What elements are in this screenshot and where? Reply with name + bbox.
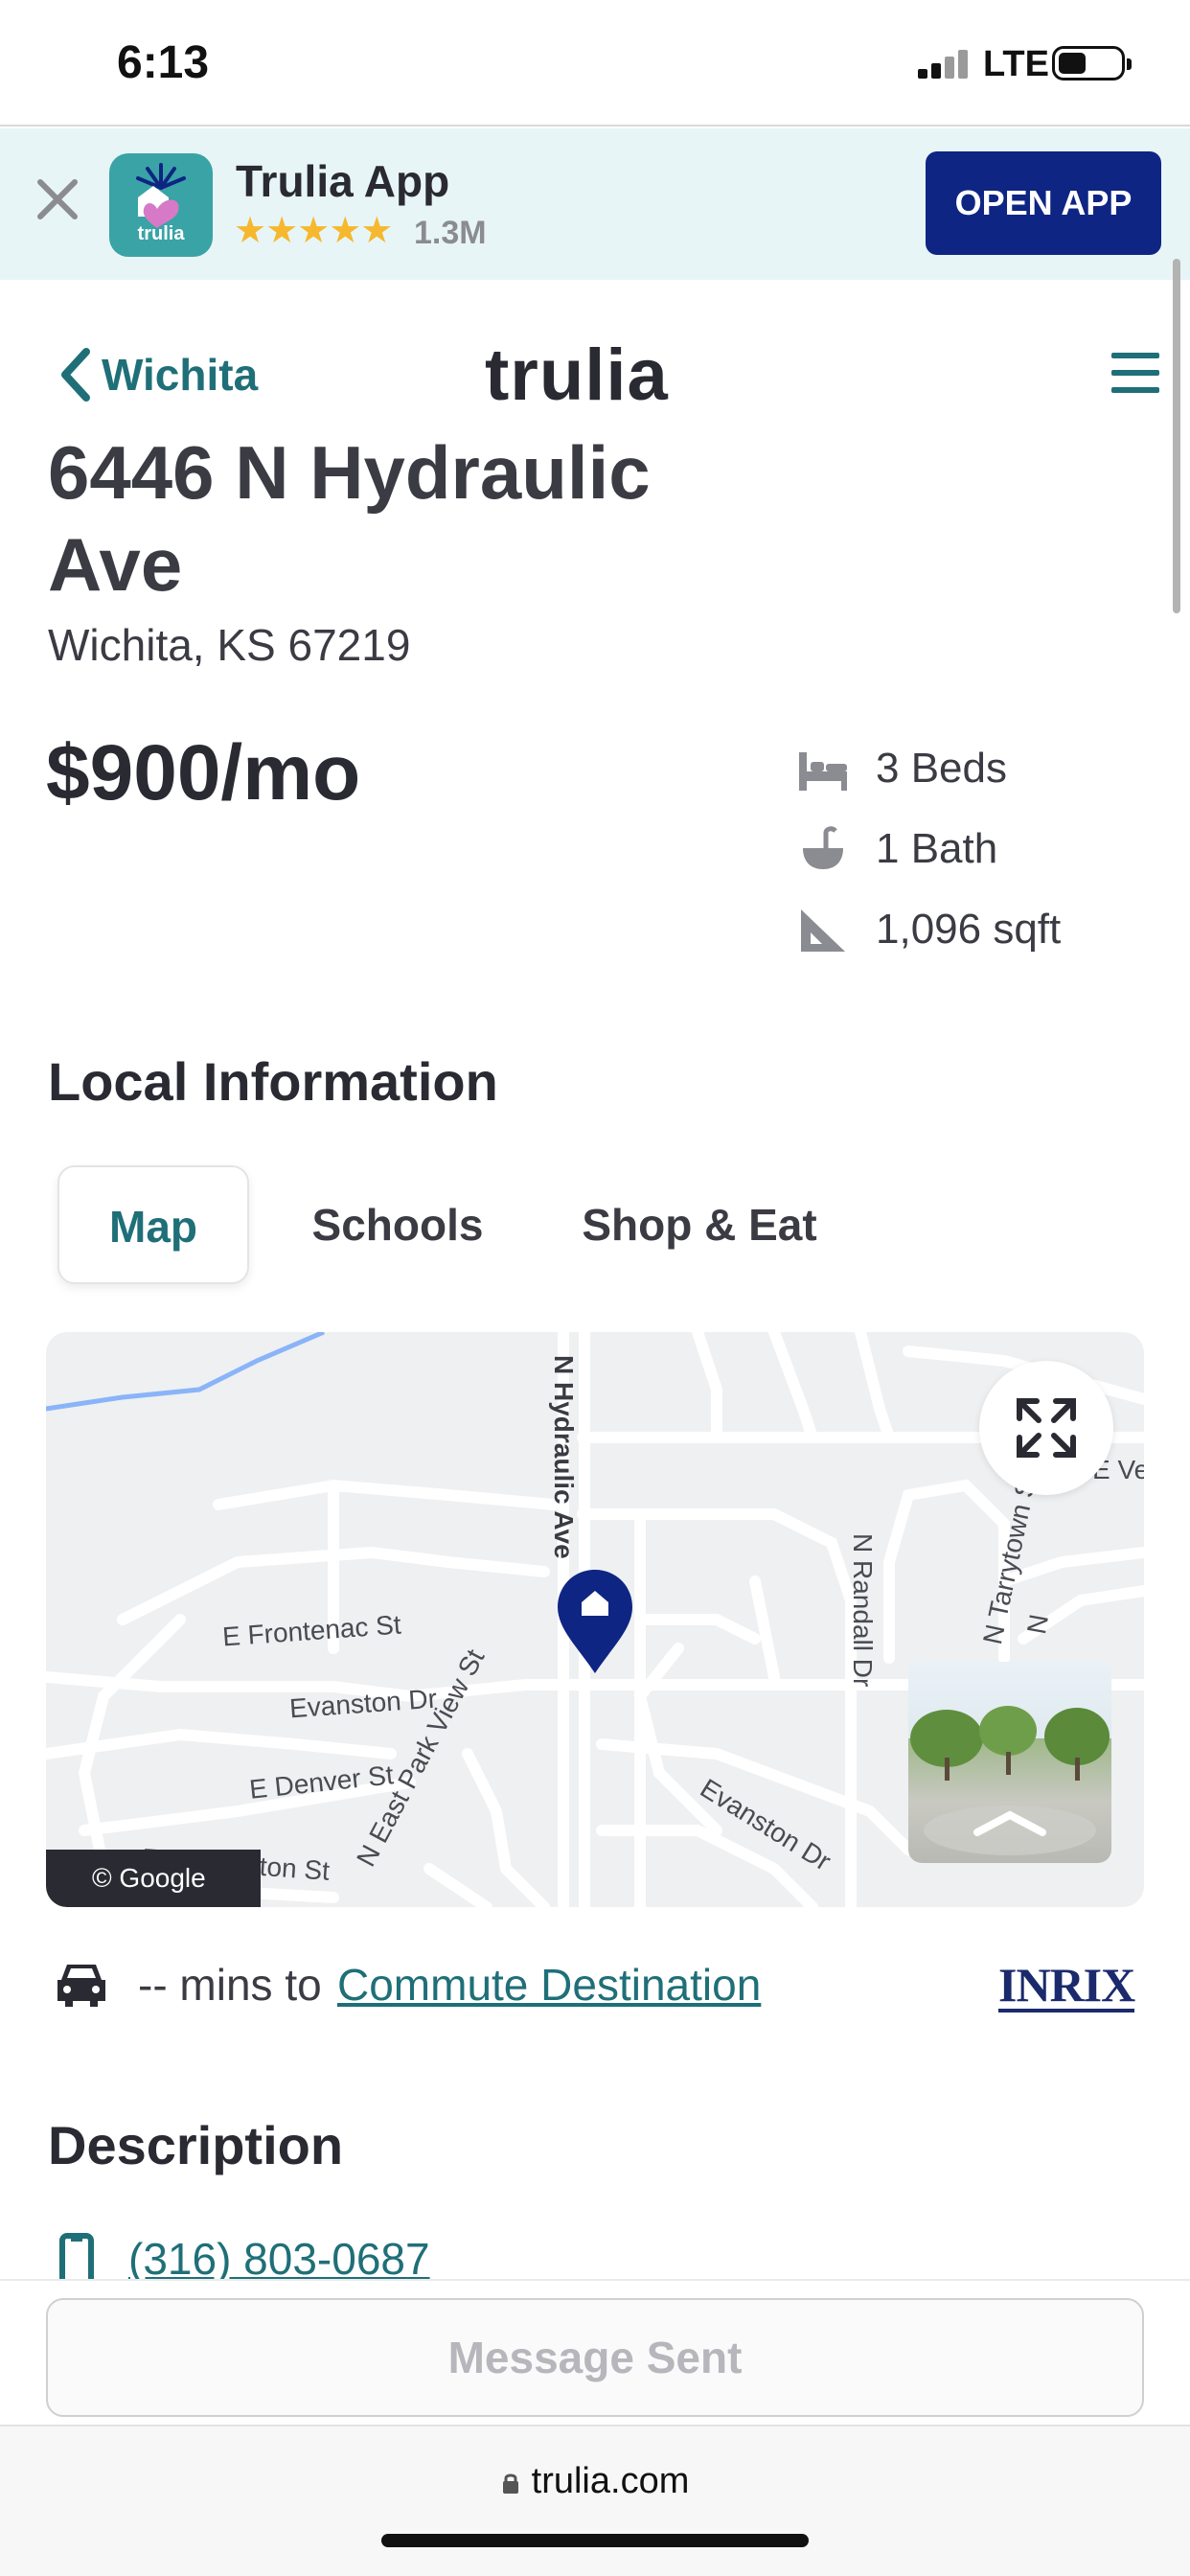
address-line-2: Ave xyxy=(48,522,183,607)
street-label: N Hydraulic Ave xyxy=(549,1355,579,1559)
location-map[interactable]: N Hydraulic Ave E Frontenac St Evanston … xyxy=(46,1332,1144,1907)
description-heading: Description xyxy=(48,2115,344,2175)
street-view-thumbnail[interactable] xyxy=(908,1662,1111,1863)
phone-number-link[interactable]: (316) 803-0687 xyxy=(128,2233,430,2285)
car-icon xyxy=(57,1965,105,2007)
sqft-fact: 1,096 sqft xyxy=(797,889,1161,970)
rating-count: 1.3M xyxy=(414,215,487,251)
inrix-logo: INRIX xyxy=(998,1958,1135,2012)
sqft-label: 1,096 sqft xyxy=(876,906,1062,953)
browser-url-bar[interactable]: trulia.com xyxy=(0,2425,1190,2576)
area-triangle-icon xyxy=(801,909,845,952)
trulia-app-icon: trulia xyxy=(109,153,213,257)
signal-icon xyxy=(918,48,972,79)
trulia-logo[interactable]: trulia xyxy=(485,334,669,417)
scrollbar[interactable] xyxy=(1173,259,1180,613)
tab-map[interactable]: Map xyxy=(57,1165,249,1284)
bed-icon xyxy=(799,752,847,791)
app-icon-label: trulia xyxy=(137,223,185,244)
back-label: Wichita xyxy=(102,350,259,400)
expand-icon xyxy=(1017,1398,1076,1458)
baths-fact: 1 Bath xyxy=(797,809,1161,889)
star-rating-icon: ★★★★★ xyxy=(234,211,393,251)
lock-icon xyxy=(502,2473,518,2494)
expand-map-button[interactable] xyxy=(979,1361,1113,1495)
home-indicator[interactable] xyxy=(381,2534,809,2547)
google-attribution: © Google xyxy=(46,1850,261,1907)
address-line-1: 6446 N Hydraulic xyxy=(48,430,651,515)
beds-label: 3 Beds xyxy=(876,745,1007,792)
bath-icon xyxy=(803,826,843,869)
city-state-zip: Wichita, KS 67219 xyxy=(48,620,411,670)
rent-price: $900/mo xyxy=(46,729,361,816)
tab-schools[interactable]: Schools xyxy=(287,1165,508,1284)
open-app-button[interactable]: OPEN APP xyxy=(926,151,1161,255)
status-bar: 6:13 LTE xyxy=(0,0,1190,126)
close-icon[interactable] xyxy=(34,176,80,222)
app-install-banner: trulia Trulia App ★★★★★ 1.3M OPEN APP xyxy=(0,128,1190,280)
sticky-cta-bar: Message Sent xyxy=(0,2279,1190,2425)
local-info-tabs: Map Schools Shop & Eat xyxy=(57,1165,1111,1284)
message-sent-button[interactable]: Message Sent xyxy=(46,2298,1144,2417)
commute-minutes: -- mins to xyxy=(138,1960,322,2010)
commute-destination-link[interactable]: Commute Destination xyxy=(337,1959,761,2011)
status-time: 6:13 xyxy=(117,37,210,88)
home-facts: 3 Beds 1 Bath 1,096 sqft xyxy=(797,728,1161,970)
app-name: Trulia App xyxy=(236,156,450,206)
local-info-heading: Local Information xyxy=(48,1051,498,1112)
url-text: trulia.com xyxy=(531,2461,690,2501)
chevron-left-icon xyxy=(61,348,90,402)
street-label: N Randall Dr xyxy=(848,1533,878,1688)
carrier-label: LTE xyxy=(983,44,1049,84)
commute-row: -- mins to Commute Destination INRIX xyxy=(54,1955,1146,2016)
tab-shop-eat[interactable]: Shop & Eat xyxy=(556,1165,843,1284)
beds-fact: 3 Beds xyxy=(797,728,1161,809)
baths-label: 1 Bath xyxy=(876,825,998,872)
hamburger-menu-icon[interactable] xyxy=(1111,349,1163,399)
battery-icon xyxy=(1052,46,1132,80)
back-link[interactable]: Wichita xyxy=(57,341,258,408)
